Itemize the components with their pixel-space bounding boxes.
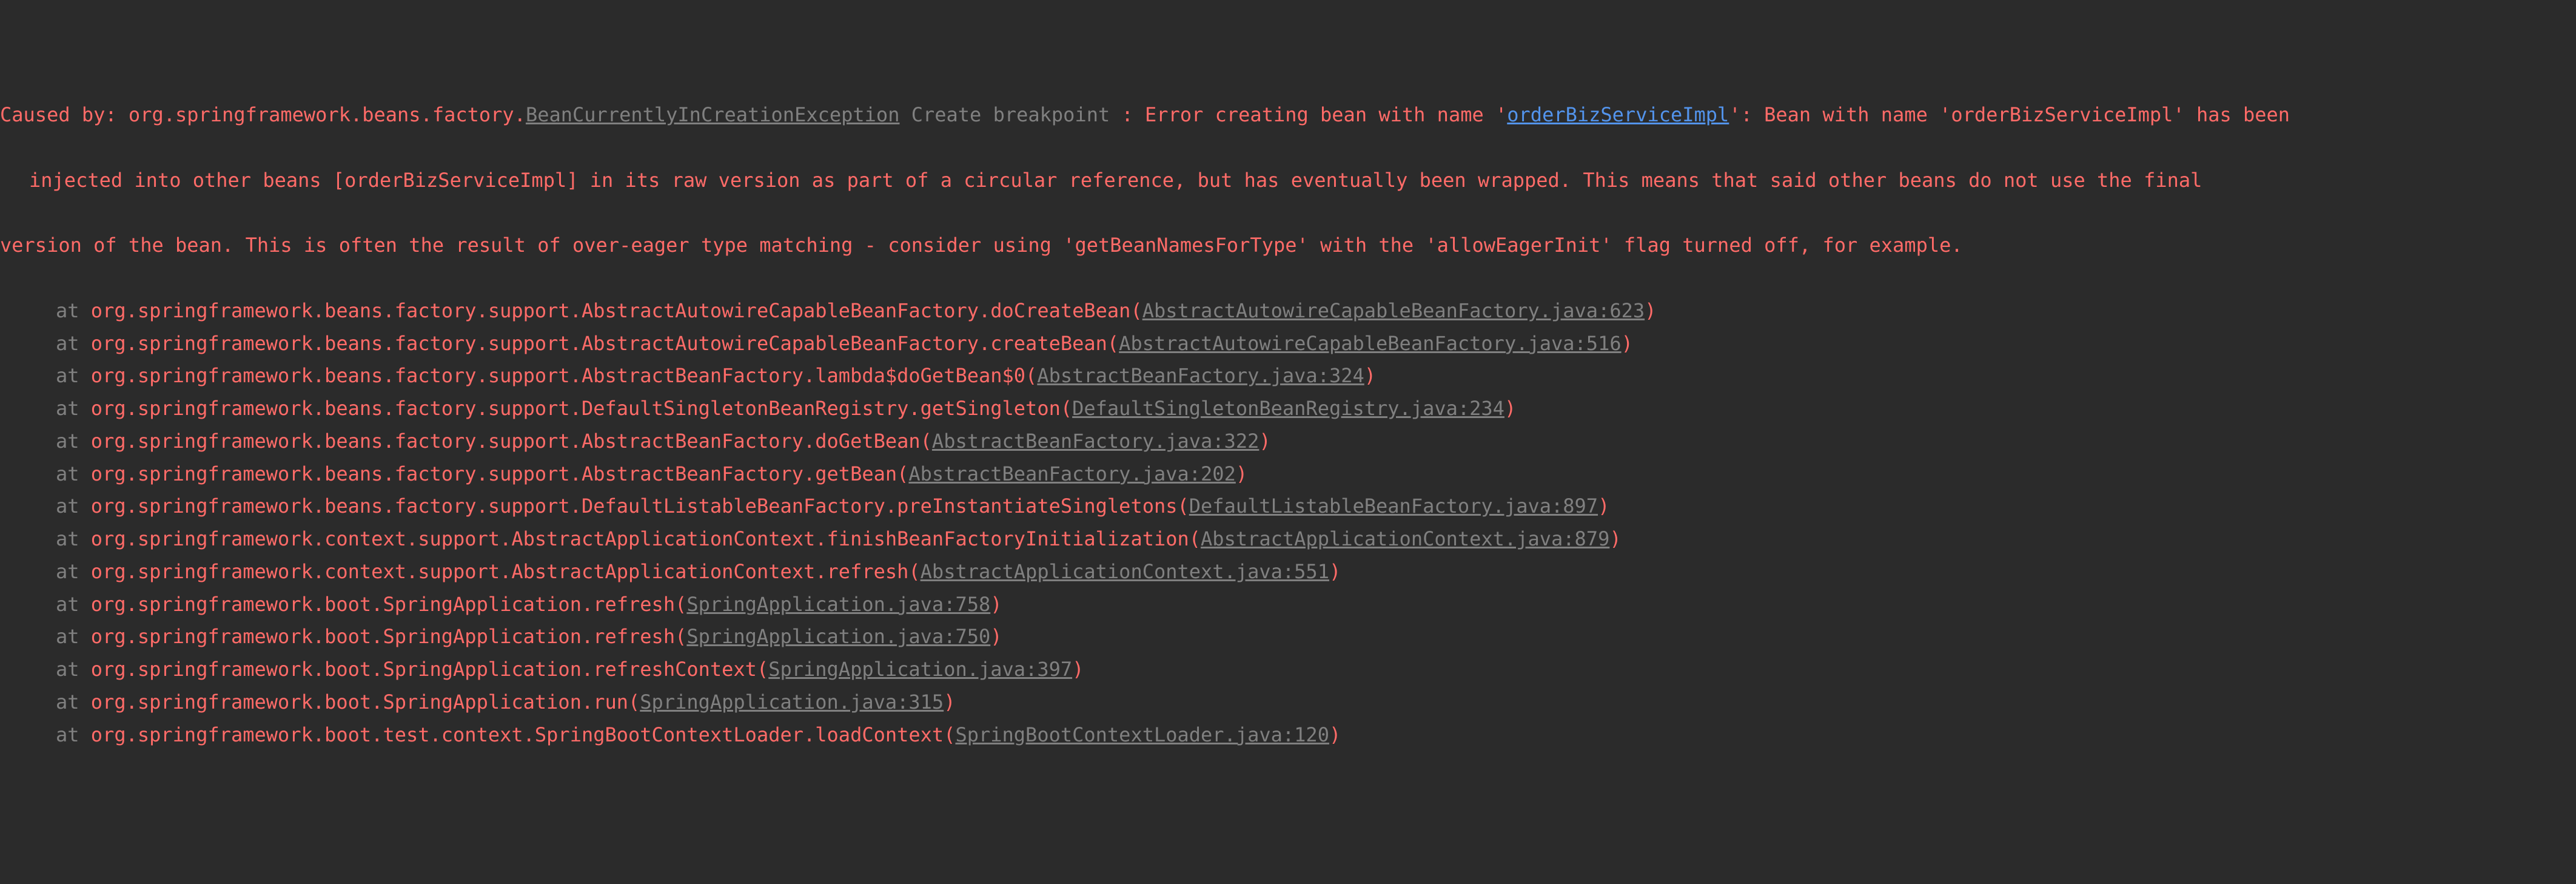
exception-header-line2: injected into other beans [orderBizServi…	[0, 164, 2576, 197]
exception-header-line3: version of the bean. This is often the r…	[0, 229, 2576, 262]
msg-part-a: : Error creating bean with name '	[1122, 103, 1508, 126]
qualified-method: org.springframework.boot.SpringApplicati…	[91, 658, 757, 681]
at-keyword: at	[56, 299, 91, 322]
close-paren: )	[1259, 430, 1270, 453]
qualified-method: org.springframework.beans.factory.suppor…	[91, 494, 1178, 518]
qualified-method: org.springframework.boot.SpringApplicati…	[91, 593, 675, 616]
close-paren: )	[1236, 462, 1247, 485]
qualified-method: org.springframework.beans.factory.suppor…	[91, 397, 1061, 420]
qualified-method: org.springframework.context.support.Abst…	[91, 560, 909, 583]
close-paren: )	[990, 593, 1002, 616]
stack-frame: at org.springframework.beans.factory.sup…	[0, 393, 2576, 425]
source-file-link[interactable]: AbstractAutowireCapableBeanFactory.java:…	[1142, 299, 1645, 322]
open-paren: (	[1178, 494, 1189, 518]
stack-frame: at org.springframework.boot.SpringApplic…	[0, 653, 2576, 686]
close-paren: )	[1072, 658, 1084, 681]
qualified-method: org.springframework.boot.SpringApplicati…	[91, 690, 628, 714]
stack-frame: at org.springframework.beans.factory.sup…	[0, 328, 2576, 360]
at-keyword: at	[56, 364, 91, 387]
stack-frame: at org.springframework.beans.factory.sup…	[0, 490, 2576, 523]
exception-class-link[interactable]: BeanCurrentlyInCreationException	[526, 103, 900, 126]
msg-part-b: ': Bean with name 'orderBizServiceImpl' …	[1729, 103, 2290, 126]
open-paren: (	[1107, 332, 1119, 355]
at-keyword: at	[56, 625, 91, 648]
source-file-link[interactable]: AbstractApplicationContext.java:551	[921, 560, 1329, 583]
qualified-method: org.springframework.boot.SpringApplicati…	[91, 625, 675, 648]
stack-frame: at org.springframework.beans.factory.sup…	[0, 425, 2576, 458]
open-paren: (	[1130, 299, 1142, 322]
close-paren: )	[990, 625, 1002, 648]
qualified-method: org.springframework.context.support.Abst…	[91, 527, 1189, 550]
stack-frame: at org.springframework.context.support.A…	[0, 556, 2576, 589]
open-paren: (	[757, 658, 768, 681]
source-file-link[interactable]: SpringApplication.java:397	[768, 658, 1072, 681]
at-keyword: at	[56, 462, 91, 485]
close-paren: )	[1329, 560, 1341, 583]
msg-line2: injected into other beans [orderBizServi…	[29, 169, 2202, 192]
stack-frame: at org.springframework.beans.factory.sup…	[0, 458, 2576, 491]
close-paren: )	[1329, 723, 1341, 746]
open-paren: (	[921, 430, 932, 453]
close-paren: )	[1364, 364, 1376, 387]
qualified-method: org.springframework.beans.factory.suppor…	[91, 332, 1107, 355]
qualified-method: org.springframework.beans.factory.suppor…	[91, 299, 1131, 322]
source-file-link[interactable]: DefaultSingletonBeanRegistry.java:234	[1072, 397, 1504, 420]
caused-by-prefix: Caused by: org.springframework.beans.fac…	[0, 103, 526, 126]
at-keyword: at	[56, 332, 91, 355]
at-keyword: at	[56, 397, 91, 420]
at-keyword: at	[56, 690, 91, 714]
stack-frame: at org.springframework.beans.factory.sup…	[0, 360, 2576, 393]
at-keyword: at	[56, 527, 91, 550]
source-file-link[interactable]: AbstractApplicationContext.java:879	[1201, 527, 1609, 550]
exception-header-line1: Caused by: org.springframework.beans.fac…	[0, 99, 2576, 132]
open-paren: (	[628, 690, 640, 714]
close-paren: )	[1609, 527, 1621, 550]
open-paren: (	[897, 462, 908, 485]
open-paren: (	[1061, 397, 1072, 420]
stack-frame: at org.springframework.boot.SpringApplic…	[0, 589, 2576, 621]
stack-frame: at org.springframework.boot.SpringApplic…	[0, 621, 2576, 653]
msg-line3: version of the bean. This is often the r…	[0, 234, 1963, 257]
qualified-method: org.springframework.beans.factory.suppor…	[91, 364, 1025, 387]
qualified-method: org.springframework.beans.factory.suppor…	[91, 462, 897, 485]
stack-trace: at org.springframework.beans.factory.sup…	[0, 295, 2576, 752]
source-file-link[interactable]: SpringBootContextLoader.java:120	[955, 723, 1329, 746]
stack-frame: at org.springframework.boot.SpringApplic…	[0, 686, 2576, 719]
bean-name-link[interactable]: orderBizServiceImpl	[1507, 103, 1729, 126]
source-file-link[interactable]: AbstractAutowireCapableBeanFactory.java:…	[1119, 332, 1621, 355]
open-paren: (	[908, 560, 920, 583]
at-keyword: at	[56, 593, 91, 616]
at-keyword: at	[56, 658, 91, 681]
source-file-link[interactable]: DefaultListableBeanFactory.java:897	[1189, 494, 1598, 518]
open-paren: (	[1189, 527, 1201, 550]
at-keyword: at	[56, 494, 91, 518]
close-paren: )	[1504, 397, 1516, 420]
stack-frame: at org.springframework.beans.factory.sup…	[0, 295, 2576, 328]
source-file-link[interactable]: AbstractBeanFactory.java:202	[908, 462, 1235, 485]
open-paren: (	[1025, 364, 1037, 387]
stack-frame: at org.springframework.boot.test.context…	[0, 719, 2576, 752]
open-paren: (	[675, 625, 686, 648]
at-keyword: at	[56, 560, 91, 583]
source-file-link[interactable]: AbstractBeanFactory.java:324	[1037, 364, 1364, 387]
qualified-method: org.springframework.boot.test.context.Sp…	[91, 723, 944, 746]
source-file-link[interactable]: SpringApplication.java:758	[686, 593, 990, 616]
close-paren: )	[944, 690, 955, 714]
create-breakpoint-link[interactable]: Create breakpoint	[899, 103, 1121, 126]
qualified-method: org.springframework.beans.factory.suppor…	[91, 430, 921, 453]
close-paren: )	[1622, 332, 1633, 355]
open-paren: (	[675, 593, 686, 616]
stack-frame: at org.springframework.context.support.A…	[0, 523, 2576, 556]
source-file-link[interactable]: AbstractBeanFactory.java:322	[932, 430, 1259, 453]
at-keyword: at	[56, 723, 91, 746]
source-file-link[interactable]: SpringApplication.java:750	[686, 625, 990, 648]
open-paren: (	[944, 723, 955, 746]
at-keyword: at	[56, 430, 91, 453]
close-paren: )	[1645, 299, 1656, 322]
source-file-link[interactable]: SpringApplication.java:315	[640, 690, 944, 714]
close-paren: )	[1598, 494, 1609, 518]
